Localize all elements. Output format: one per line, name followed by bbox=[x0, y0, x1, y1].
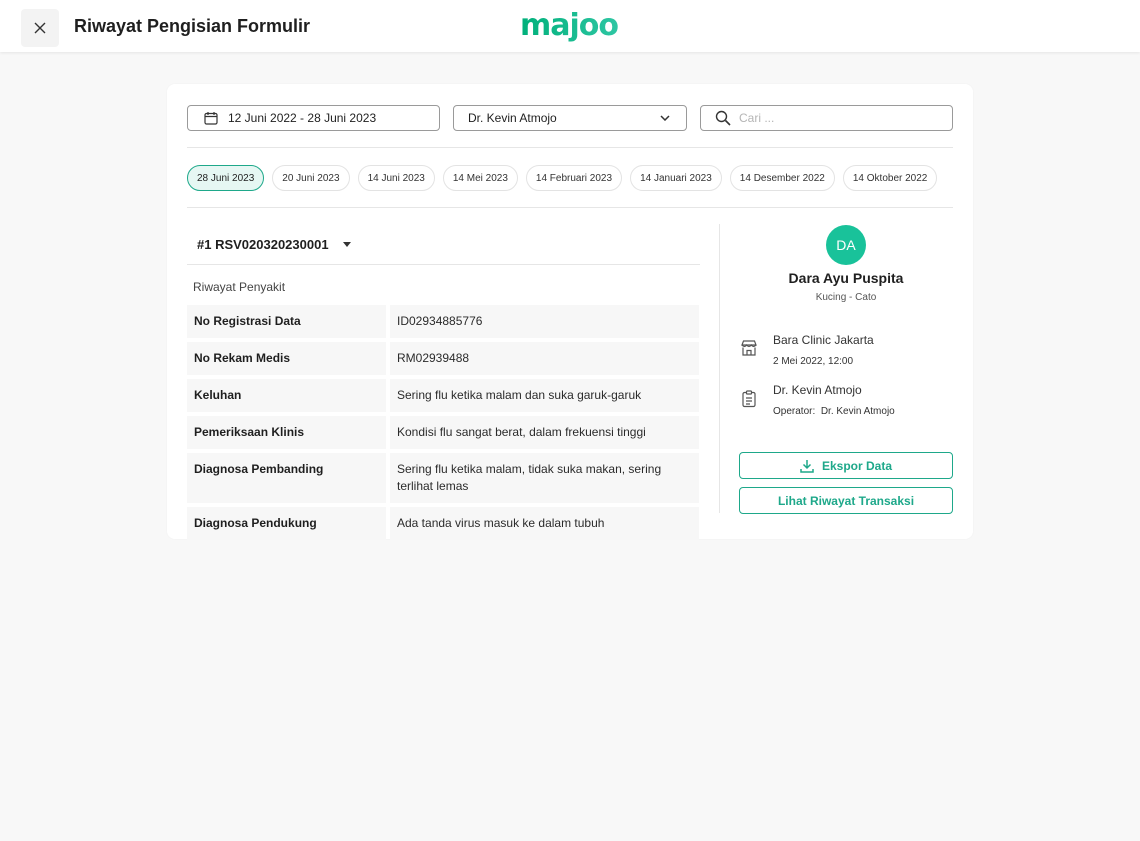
search-icon bbox=[715, 110, 731, 126]
date-chip[interactable]: 20 Juni 2023 bbox=[272, 165, 350, 191]
search-box bbox=[700, 105, 953, 131]
date-chip[interactable]: 14 Desember 2022 bbox=[729, 165, 835, 191]
section-title: Riwayat Penyakit bbox=[193, 280, 286, 294]
operator-label: Operator: bbox=[773, 406, 816, 417]
store-icon bbox=[741, 340, 757, 356]
record-id: #1 RSV020320230001 bbox=[197, 237, 329, 252]
table-row: Pemeriksaan Klinis Kondisi flu sangat be… bbox=[187, 416, 699, 449]
visit-time: 2 Mei 2022, 12:00 bbox=[773, 356, 854, 367]
divider bbox=[187, 147, 953, 148]
table-row: Diagnosa Pendukung Ada tanda virus masuk… bbox=[187, 507, 699, 540]
calendar-icon bbox=[204, 112, 218, 125]
date-chip-list: 28 Juni 2023 20 Juni 2023 14 Juni 2023 1… bbox=[187, 165, 938, 191]
majoo-logo: majoo bbox=[520, 8, 619, 43]
medical-history-table: No Registrasi Data ID02934885776 No Reka… bbox=[187, 305, 699, 544]
close-icon bbox=[34, 22, 46, 34]
row-label: Keluhan bbox=[187, 379, 386, 412]
operator-info: Operator: Dr. Kevin Atmojo bbox=[773, 406, 895, 417]
date-range-picker[interactable]: 12 Juni 2022 - 28 Juni 2023 bbox=[187, 105, 440, 131]
patient-name: Dara Ayu Puspita bbox=[788, 270, 904, 286]
doctor-select-value: Dr. Kevin Atmojo bbox=[468, 111, 557, 125]
caret-down-icon bbox=[342, 242, 351, 247]
doctor-name: Dr. Kevin Atmojo bbox=[773, 383, 862, 397]
table-row: No Rekam Medis RM02939488 bbox=[187, 342, 699, 375]
operator-name: Dr. Kevin Atmojo bbox=[820, 406, 895, 417]
row-value: Sering flu ketika malam, tidak suka maka… bbox=[390, 453, 699, 503]
row-value: Sering flu ketika malam dan suka garuk-g… bbox=[390, 379, 699, 412]
row-label: No Rekam Medis bbox=[187, 342, 386, 375]
vertical-divider bbox=[719, 224, 720, 513]
clipboard-icon bbox=[742, 390, 756, 408]
row-value: RM02939488 bbox=[390, 342, 699, 375]
row-label: Diagnosa Pendukung bbox=[187, 507, 386, 540]
date-chip[interactable]: 14 Mei 2023 bbox=[442, 165, 518, 191]
doctor-select[interactable]: Dr. Kevin Atmojo bbox=[453, 105, 687, 131]
date-chip[interactable]: 14 Februari 2023 bbox=[525, 165, 623, 191]
table-row: Keluhan Sering flu ketika malam dan suka… bbox=[187, 379, 699, 412]
row-value: Kondisi flu sangat berat, dalam frekuens… bbox=[390, 416, 699, 449]
row-label: No Registrasi Data bbox=[187, 305, 386, 338]
table-row: Diagnosa Pembanding Sering flu ketika ma… bbox=[187, 453, 699, 503]
top-bar: Riwayat Pengisian Formulir majoo bbox=[0, 0, 1140, 52]
date-chip[interactable]: 28 Juni 2023 bbox=[187, 165, 265, 191]
date-chip[interactable]: 14 Januari 2023 bbox=[630, 165, 722, 191]
table-row: No Registrasi Data ID02934885776 bbox=[187, 305, 699, 338]
date-chip[interactable]: 14 Juni 2023 bbox=[357, 165, 435, 191]
view-transactions-button[interactable]: Lihat Riwayat Transaksi bbox=[739, 487, 953, 514]
export-data-button[interactable]: Ekspor Data bbox=[739, 452, 953, 479]
view-transactions-label: Lihat Riwayat Transaksi bbox=[777, 493, 915, 508]
search-input[interactable] bbox=[739, 111, 929, 125]
form-history-card: 12 Juni 2022 - 28 Juni 2023 Dr. Kevin At… bbox=[167, 84, 973, 540]
page-title: Riwayat Pengisian Formulir bbox=[74, 16, 311, 36]
date-range-value: 12 Juni 2022 - 28 Juni 2023 bbox=[228, 111, 377, 125]
chevron-down-icon bbox=[660, 115, 670, 121]
row-value: Ada tanda virus masuk ke dalam tubuh bbox=[390, 507, 699, 540]
clinic-name: Bara Clinic Jakarta bbox=[773, 333, 874, 347]
download-icon bbox=[800, 459, 814, 473]
record-dropdown[interactable]: #1 RSV020320230001 bbox=[197, 237, 351, 252]
export-data-label: Ekspor Data bbox=[821, 458, 893, 473]
row-label: Pemeriksaan Klinis bbox=[187, 416, 386, 449]
divider bbox=[187, 264, 700, 265]
divider bbox=[187, 207, 953, 208]
patient-species: Kucing - Cato bbox=[815, 292, 877, 303]
row-value: ID02934885776 bbox=[390, 305, 699, 338]
date-chip[interactable]: 14 Oktober 2022 bbox=[842, 165, 938, 191]
row-label: Diagnosa Pembanding bbox=[187, 453, 386, 503]
avatar: DA bbox=[826, 225, 866, 265]
close-button[interactable] bbox=[21, 9, 59, 47]
